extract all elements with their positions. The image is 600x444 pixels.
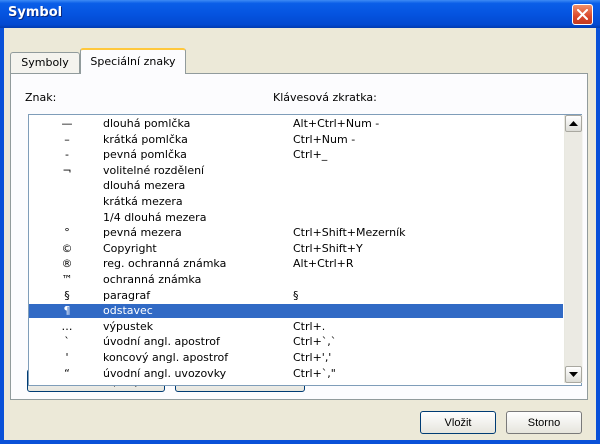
- list-item-shortcut: Ctrl+.: [293, 319, 326, 333]
- list-item-character: ™: [61, 273, 73, 286]
- list-item[interactable]: “ úvodní angl. uvozovky Ctrl+`,": [29, 367, 563, 381]
- arrow-up-icon: [569, 121, 578, 126]
- list-item[interactable]: – krátká pomlčka Ctrl+Num -: [29, 133, 563, 147]
- list-item-name: krátká mezera: [103, 195, 183, 208]
- arrow-down-icon: [569, 372, 578, 377]
- list-item-shortcut: Ctrl+',': [293, 351, 332, 364]
- list-item[interactable]: ™ ochranná známka: [29, 273, 563, 287]
- tab-symbols[interactable]: Symboly: [10, 52, 80, 73]
- list-item[interactable]: - pevná pomlčka Ctrl+_: [29, 148, 563, 162]
- list-item-shortcut: Ctrl+`,": [293, 366, 336, 380]
- list-item-character: °: [64, 226, 70, 240]
- list-item[interactable]: ' koncový angl. apostrof Ctrl+',': [29, 351, 563, 365]
- special-characters-list[interactable]: — dlouhá pomlčka Alt+Ctrl+Num - – krátká pom…: [28, 114, 583, 386]
- list-item-name: výpustek: [103, 319, 154, 333]
- list-item[interactable]: § paragraf §: [29, 289, 563, 303]
- list-item[interactable]: dlouhá mezera: [29, 179, 563, 193]
- column-header-char: Znak:: [25, 91, 57, 104]
- list-item[interactable]: © Copyright Ctrl+Shift+Y: [29, 242, 563, 256]
- list-item-name: dlouhá mezera: [103, 179, 186, 193]
- list-item-name: reg. ochranná známka: [103, 257, 227, 271]
- list-item-name: koncový angl. apostrof: [103, 351, 229, 364]
- window-title: Symbol: [8, 5, 63, 20]
- list-item-shortcut: Alt+Ctrl+Num -: [293, 117, 380, 130]
- dialog-body: Symboly Speciální znaky Znak: Klávesová …: [4, 28, 596, 440]
- list-item-name: dlouhá pomlčka: [103, 117, 191, 130]
- cancel-button[interactable]: Storno: [506, 411, 582, 434]
- list-item-name: pevná mezera: [103, 226, 182, 240]
- close-icon: [577, 9, 588, 20]
- symbol-dialog: Symbol Symboly Speciální znaky Znak: Klá…: [0, 0, 600, 444]
- list-item-name: ochranná známka: [103, 273, 202, 286]
- list-item[interactable]: … výpustek Ctrl+.: [29, 320, 563, 334]
- list-item[interactable]: ® reg. ochranná známka Alt+Ctrl+R: [29, 257, 563, 271]
- list-item-character: ': [65, 351, 69, 364]
- column-header-shortcut: Klávesová zkratka:: [273, 91, 377, 104]
- list-item-character: ¶: [63, 304, 71, 318]
- list-item[interactable]: ` úvodní angl. apostrof Ctrl+`,`: [29, 335, 563, 349]
- list-item-character: -: [65, 148, 69, 162]
- vertical-scrollbar[interactable]: [564, 115, 583, 383]
- tab-special-characters[interactable]: Speciální znaky: [80, 48, 186, 74]
- scroll-up-button[interactable]: [565, 115, 582, 132]
- list-item-name: krátká pomlčka: [103, 132, 188, 146]
- list-item-name: úvodní angl. apostrof: [103, 335, 220, 349]
- list-item-character: “: [64, 366, 70, 380]
- list-item-name: úvodní angl. uvozovky: [103, 366, 227, 380]
- tab-symbols-label: Symboly: [21, 56, 69, 69]
- list-item[interactable]: 1/4 dlouhá mezera: [29, 211, 563, 225]
- list-item-character: ©: [61, 241, 73, 255]
- scroll-track[interactable]: [565, 132, 582, 366]
- list-item-name: volitelné rozdělení: [103, 163, 205, 177]
- list-item-shortcut: §: [293, 288, 299, 302]
- list-item-shortcut: Ctrl+Num -: [293, 132, 356, 146]
- list-item-name: odstavec: [103, 304, 153, 318]
- list-item-character: §: [64, 288, 70, 302]
- list-item-character: …: [61, 319, 73, 333]
- list-item-shortcut: Ctrl+`,`: [293, 335, 337, 349]
- list-item[interactable]: — dlouhá pomlčka Alt+Ctrl+Num -: [29, 117, 563, 131]
- list-item-shortcut: Alt+Ctrl+R: [293, 257, 354, 271]
- scroll-down-button[interactable]: [565, 366, 582, 383]
- list-item-character: –: [64, 132, 70, 146]
- title-bar[interactable]: Symbol: [0, 0, 600, 28]
- list-item-character: ¬: [62, 163, 72, 177]
- list-item[interactable]: ¶ odstavec: [29, 304, 563, 319]
- list-item-shortcut: Ctrl+_: [293, 148, 328, 162]
- list-item-shortcut: Ctrl+Shift+Mezerník: [293, 226, 406, 240]
- list-item-name: 1/4 dlouhá mezera: [103, 210, 207, 224]
- list-item-name: Copyright: [103, 241, 157, 255]
- list-item-name: pevná pomlčka: [103, 148, 187, 162]
- list-item-character: ®: [61, 257, 73, 271]
- list-item-character: `: [64, 335, 70, 349]
- list-item[interactable]: ¬ volitelné rozdělení: [29, 164, 563, 178]
- insert-button[interactable]: Vložit: [420, 411, 496, 434]
- tab-special-characters-label: Speciální znaky: [90, 55, 176, 68]
- list-item-character: —: [61, 117, 73, 130]
- list-item[interactable]: ° pevná mezera Ctrl+Shift+Mezerník: [29, 226, 563, 240]
- list-item-shortcut: Ctrl+Shift+Y: [293, 241, 363, 255]
- list-item[interactable]: krátká mezera: [29, 195, 563, 209]
- close-button[interactable]: [572, 4, 593, 25]
- list-item-name: paragraf: [103, 288, 151, 302]
